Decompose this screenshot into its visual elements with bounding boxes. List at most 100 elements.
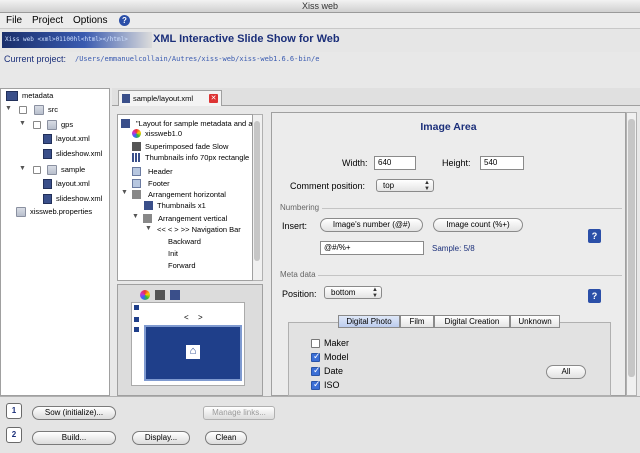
expand-triangle-icon[interactable]: ▼ [19, 165, 26, 172]
divider [318, 275, 622, 276]
scroll-thumb[interactable] [254, 121, 260, 261]
height-field[interactable]: 540 [480, 156, 524, 170]
step-1-icon: 1 [6, 403, 22, 419]
scroll-thumb[interactable] [628, 119, 635, 377]
tab-digital-photo[interactable]: Digital Photo [338, 315, 400, 328]
close-tab-icon[interactable]: ✕ [209, 94, 218, 103]
folder-icon [34, 105, 44, 115]
project-tree[interactable]: metadata ▼ src ▼ gps layout.xml slidesho… [0, 88, 110, 396]
expand-triangle-icon[interactable]: ▼ [132, 213, 139, 220]
preview-marker [134, 305, 139, 310]
meta-position-select[interactable]: bottom ▲ ▼ [324, 286, 382, 299]
numbering-help-icon[interactable]: ? [588, 229, 601, 243]
window-title: Xiss web [301, 1, 338, 11]
expand-triangle-icon[interactable]: ▼ [145, 225, 152, 232]
app-title: XML Interactive Slide Show for Web [153, 33, 340, 45]
clean-button[interactable]: Clean [205, 431, 247, 445]
editor-tab-strip: sample/layout.xml ✕ [112, 88, 640, 106]
image-area-title: Image Area [420, 121, 477, 133]
xiss-logo-icon [6, 91, 18, 101]
menu-file[interactable]: File [6, 14, 22, 28]
outline-item[interactable]: Thumbnails info 70px rectangle [145, 152, 249, 164]
tree-root-metadata[interactable]: metadata [22, 90, 53, 102]
display-button[interactable]: Display... [132, 431, 190, 445]
tree-item-sample[interactable]: sample [61, 164, 85, 176]
preview-nav-prev: < [184, 313, 189, 322]
step-2-icon: 2 [6, 427, 22, 443]
expand-triangle-icon[interactable]: ▼ [19, 120, 26, 127]
folder-icon [47, 165, 57, 175]
expand-triangle-icon[interactable]: ▼ [5, 105, 12, 112]
outline-item[interactable]: Thumbnails x1 [157, 200, 206, 212]
numbering-pattern-field[interactable]: @#/%+ [320, 241, 424, 255]
image-number-button[interactable]: Image's number (@#) [320, 218, 423, 232]
outline-item[interactable]: Backward [168, 236, 201, 248]
tree-checkbox-src[interactable] [19, 106, 27, 114]
header-icon [132, 167, 141, 176]
editor-tab-label: sample/layout.xml [133, 94, 194, 103]
xml-file-icon [43, 149, 52, 159]
menu-bar: File Project Options ? [0, 13, 640, 29]
palette-icon [140, 290, 150, 300]
tree-item-layout[interactable]: layout.xml [56, 178, 90, 190]
tree-item-gps[interactable]: gps [61, 119, 73, 131]
outline-item[interactable]: Forward [168, 260, 196, 272]
palette-icon [132, 129, 141, 138]
checkbox-model[interactable] [311, 351, 321, 362]
checkbox-iso[interactable] [311, 379, 321, 390]
tab-film[interactable]: Film [400, 315, 434, 328]
help-icon [170, 290, 180, 300]
footer-icon [132, 179, 141, 188]
editor-tab[interactable]: sample/layout.xml ✕ [118, 90, 222, 106]
select-all-button[interactable]: All [546, 365, 586, 379]
arrangement-icon [132, 190, 141, 199]
outline-item[interactable]: << < > >> Navigation Bar [157, 224, 241, 236]
arrangement-icon [143, 214, 152, 223]
comment-position-label: Comment position: [290, 181, 366, 191]
comment-position-select[interactable]: top ▲ ▼ [376, 179, 434, 192]
numbering-sample: Sample: 5/8 [432, 244, 475, 253]
preview-marker [134, 317, 139, 322]
checkbox-date-label: Date [324, 366, 344, 376]
tree-item-slideshow[interactable]: slideshow.xml [56, 193, 102, 205]
app-banner: Xiss web <xml>01100hl<html></html> XML I… [0, 29, 640, 52]
outline-item[interactable]: Header [148, 166, 173, 178]
tree-item-slideshow[interactable]: slideshow.xml [56, 148, 102, 160]
checkbox-maker[interactable] [311, 339, 320, 348]
expand-triangle-icon[interactable]: ▼ [121, 189, 128, 196]
tree-item-properties[interactable]: xissweb.properties [30, 206, 92, 218]
layout-outline[interactable]: "Layout for sample metadata and all xiss… [117, 114, 253, 281]
outline-scrollbar[interactable] [253, 114, 263, 281]
image-count-button[interactable]: Image count (%+) [433, 218, 523, 232]
sow-initialize-button[interactable]: Sow (initialize)... [32, 406, 116, 420]
width-field[interactable]: 640 [374, 156, 416, 170]
build-button[interactable]: Build... [32, 431, 116, 445]
menu-project[interactable]: Project [32, 14, 63, 28]
preview-nav-next: > [198, 313, 203, 322]
logo: Xiss web <xml>01100hl<html></html> [2, 32, 152, 48]
tab-unknown[interactable]: Unknown [510, 315, 560, 328]
outline-item[interactable]: Init [168, 248, 178, 260]
tree-checkbox-gps[interactable] [33, 121, 41, 129]
tree-item-layout[interactable]: layout.xml [56, 133, 90, 145]
insert-label: Insert: [282, 221, 308, 231]
preview-marker [134, 327, 139, 332]
properties-scrollbar[interactable] [626, 112, 637, 396]
comment-position-value: top [383, 181, 395, 190]
meta-help-icon[interactable]: ? [588, 289, 601, 303]
meta-position-value: bottom [331, 288, 356, 297]
slideshow-icon [121, 119, 130, 128]
meta-section-title: Meta data [280, 270, 316, 279]
tree-checkbox-sample[interactable] [33, 166, 41, 174]
help-icon[interactable]: ? [119, 15, 130, 26]
divider [322, 208, 622, 209]
current-project-path: /Users/emmanuelcollain/Autres/xiss-web/x… [75, 55, 320, 63]
checkbox-date[interactable] [311, 365, 321, 376]
menu-options[interactable]: Options [73, 14, 107, 28]
select-arrows-icon: ▲ ▼ [372, 287, 378, 299]
tree-item-src[interactable]: src [48, 104, 58, 116]
xml-file-icon [43, 194, 52, 204]
tab-digital-creation[interactable]: Digital Creation [434, 315, 510, 328]
thumbnails-icon [144, 201, 153, 210]
outline-item[interactable]: xissweb1.0 [145, 128, 182, 140]
